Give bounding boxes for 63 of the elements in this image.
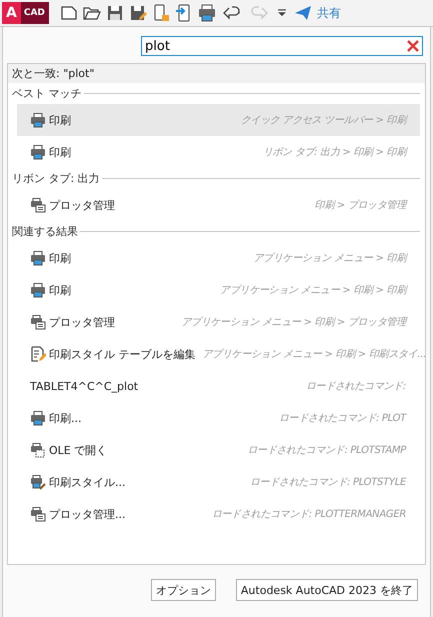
options-button[interactable]: オプション bbox=[150, 579, 216, 601]
printer-icon bbox=[30, 112, 46, 128]
result-path: アプリケーション メニュー > 印刷 bbox=[252, 252, 406, 265]
result-label: 印刷 bbox=[49, 250, 71, 266]
plotter-icon bbox=[30, 314, 46, 330]
printer-icon bbox=[30, 282, 46, 298]
print-icon[interactable] bbox=[198, 4, 216, 22]
result-item[interactable]: OLE で開く ロードされたコマンド: PLOTSTAMP bbox=[17, 434, 420, 466]
plotter-icon bbox=[30, 506, 46, 522]
result-path: ロードされたコマンド: PLOTSTAMP bbox=[246, 444, 406, 457]
result-item[interactable]: 印刷 クイック アクセス ツールバー > 印刷 bbox=[17, 104, 420, 136]
result-label: 印刷 bbox=[49, 282, 71, 298]
search-field[interactable]: plot bbox=[141, 36, 423, 56]
result-path: アプリケーション メニュー > 印刷 > 印刷スタイ... bbox=[202, 348, 426, 361]
result-item[interactable]: プロッタ管理 アプリケーション メニュー > 印刷 > プロッタ管理 bbox=[17, 306, 420, 338]
section-heading: ベスト マッチ bbox=[12, 86, 82, 101]
result-item[interactable]: 印刷... ロードされたコマンド: PLOT bbox=[17, 402, 420, 434]
section-heading: 関連する結果 bbox=[12, 224, 78, 239]
sheet-folder-icon[interactable] bbox=[152, 4, 170, 22]
result-item[interactable]: 印刷 アプリケーション メニュー > 印刷 > 印刷 bbox=[17, 274, 420, 306]
share-icon[interactable] bbox=[294, 4, 312, 22]
result-item[interactable]: 印刷 リボン タブ: 出力 > 印刷 > 印刷 bbox=[17, 136, 420, 168]
result-path: リボン タブ: 出力 > 印刷 > 印刷 bbox=[262, 146, 406, 159]
result-path: アプリケーション メニュー > 印刷 > プロッタ管理 bbox=[180, 316, 406, 329]
result-label: TABLET4^C^C_plot bbox=[30, 380, 138, 392]
result-item[interactable]: TABLET4^C^C_plot ロードされたコマンド: bbox=[17, 370, 420, 402]
save-as-icon[interactable] bbox=[128, 4, 147, 22]
result-label: OLE で開く bbox=[49, 442, 108, 458]
result-label: プロッタ管理 bbox=[49, 198, 115, 212]
result-path: ロードされたコマンド: PLOTSTYLE bbox=[249, 476, 406, 489]
result-path: クイック アクセス ツールバー > 印刷 bbox=[240, 114, 406, 127]
close-icon[interactable] bbox=[407, 40, 419, 52]
printer-icon bbox=[30, 250, 46, 266]
result-path: 印刷 > プロッタ管理 bbox=[314, 198, 406, 212]
share-link[interactable]: 共有 bbox=[316, 4, 341, 22]
printer-icon bbox=[30, 410, 46, 426]
result-label: 印刷スタイル... bbox=[49, 474, 126, 490]
match-caption: 次と一致: "plot" bbox=[8, 64, 425, 83]
printer-icon bbox=[30, 144, 46, 160]
result-path: ロードされたコマンド: PLOTTERMANAGER bbox=[210, 508, 406, 521]
result-path: アプリケーション メニュー > 印刷 > 印刷 bbox=[219, 284, 406, 297]
result-item[interactable]: プロッタ管理 印刷 > プロッタ管理 bbox=[17, 189, 420, 221]
exit-button[interactable]: Autodesk AutoCAD 2023 を終了 bbox=[236, 579, 418, 601]
result-label: プロッタ管理 bbox=[49, 314, 115, 330]
app-logo[interactable]: A CAD bbox=[2, 2, 49, 24]
printer-brush-icon bbox=[30, 474, 46, 490]
document-pencil-icon bbox=[30, 346, 46, 362]
result-path: ロードされたコマンド: bbox=[304, 380, 406, 393]
plotter-stamp-icon bbox=[30, 442, 46, 458]
undo-icon[interactable] bbox=[220, 4, 243, 22]
result-label: 印刷スタイル テーブルを編集 bbox=[49, 346, 196, 362]
result-label: 印刷 bbox=[49, 144, 71, 160]
result-label: 印刷 bbox=[49, 112, 71, 128]
new-document-icon[interactable] bbox=[60, 4, 78, 22]
result-path: ロードされたコマンド: PLOT bbox=[278, 412, 406, 425]
plotter-icon bbox=[30, 197, 46, 213]
save-icon[interactable] bbox=[106, 4, 124, 22]
section-heading: リボン タブ: 出力 bbox=[12, 171, 100, 186]
result-item[interactable]: プロッタ管理... ロードされたコマンド: PLOTTERMANAGER bbox=[17, 498, 420, 530]
result-item[interactable]: 印刷 アプリケーション メニュー > 印刷 bbox=[17, 242, 420, 274]
result-label: 印刷... bbox=[49, 410, 82, 426]
result-item[interactable]: 印刷スタイル... ロードされたコマンド: PLOTSTYLE bbox=[17, 466, 420, 498]
result-label: プロッタ管理... bbox=[49, 506, 126, 522]
